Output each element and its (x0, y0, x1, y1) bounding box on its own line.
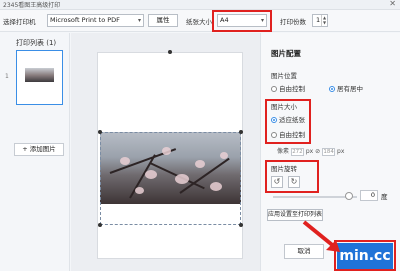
degree-unit: 度 (381, 193, 388, 201)
stepper-arrows-icon[interactable]: ▲ ▼ (321, 15, 327, 26)
paper-size-label: 纸张大小 (186, 18, 212, 26)
radio-icon (271, 86, 277, 92)
highlight-box (212, 10, 272, 32)
item-number: 1 (5, 73, 9, 80)
print-toolbar: 选择打印机 Microsoft Print to PDF ▾ 属性 纸张大小 A… (0, 10, 400, 32)
copies-value: 1 (316, 16, 321, 24)
link-icon[interactable]: ⊘ (315, 148, 320, 155)
pixel-size-row: 像素 272 px ⊘ 184 px (277, 146, 344, 156)
copies-stepper[interactable]: 1 ▲ ▼ (312, 14, 328, 27)
add-image-button[interactable]: + 添加图片 (14, 143, 64, 156)
printer-label: 选择打印机 (3, 18, 36, 26)
highlight-box (265, 160, 319, 193)
print-list-title: 打印列表 (1) (16, 39, 57, 47)
pixels-label: 像素 (277, 148, 290, 155)
position-free-radio[interactable]: 自由控制 (271, 83, 305, 93)
copies-label: 打印份数 (280, 18, 306, 26)
rotate-handle[interactable] (168, 50, 172, 54)
radio-icon (329, 86, 335, 92)
thumbnail-image (25, 68, 54, 82)
px-unit: px (305, 148, 314, 155)
window-title: 2345看图王高级打印 (3, 2, 61, 9)
width-field[interactable]: 272 (290, 147, 304, 156)
radio-label: 自由控制 (279, 85, 305, 93)
position-center-radio[interactable]: 居有居中 (329, 83, 363, 93)
print-preview (71, 33, 260, 271)
resize-handle[interactable] (98, 130, 102, 134)
position-label: 图片位置 (271, 72, 297, 80)
radio-label: 居有居中 (337, 85, 363, 93)
height-field[interactable]: 184 (322, 147, 336, 156)
properties-button[interactable]: 属性 (148, 14, 178, 27)
resize-handle[interactable] (239, 223, 243, 227)
print-list-item[interactable]: 1 (5, 50, 63, 105)
rotation-field[interactable]: 0 (360, 190, 378, 201)
rotation-slider-knob[interactable] (345, 192, 353, 200)
close-icon[interactable]: ✕ (389, 0, 396, 8)
resize-handle[interactable] (239, 130, 243, 134)
chevron-down-icon: ▾ (137, 17, 141, 24)
printer-value: Microsoft Print to PDF (50, 16, 120, 24)
highlight-box (265, 99, 311, 144)
arrow-icon (302, 220, 340, 252)
resize-handle[interactable] (98, 223, 102, 227)
printer-select[interactable]: Microsoft Print to PDF ▾ (47, 14, 144, 27)
print-list-panel: 打印列表 (1) 1 + 添加图片 (0, 33, 70, 271)
selection-frame (100, 132, 241, 225)
title-bar: 2345看图王高级打印 ✕ (0, 0, 400, 10)
settings-heading: 图片配置 (271, 49, 301, 58)
preview-page (97, 50, 243, 259)
px-unit: px (337, 148, 345, 155)
